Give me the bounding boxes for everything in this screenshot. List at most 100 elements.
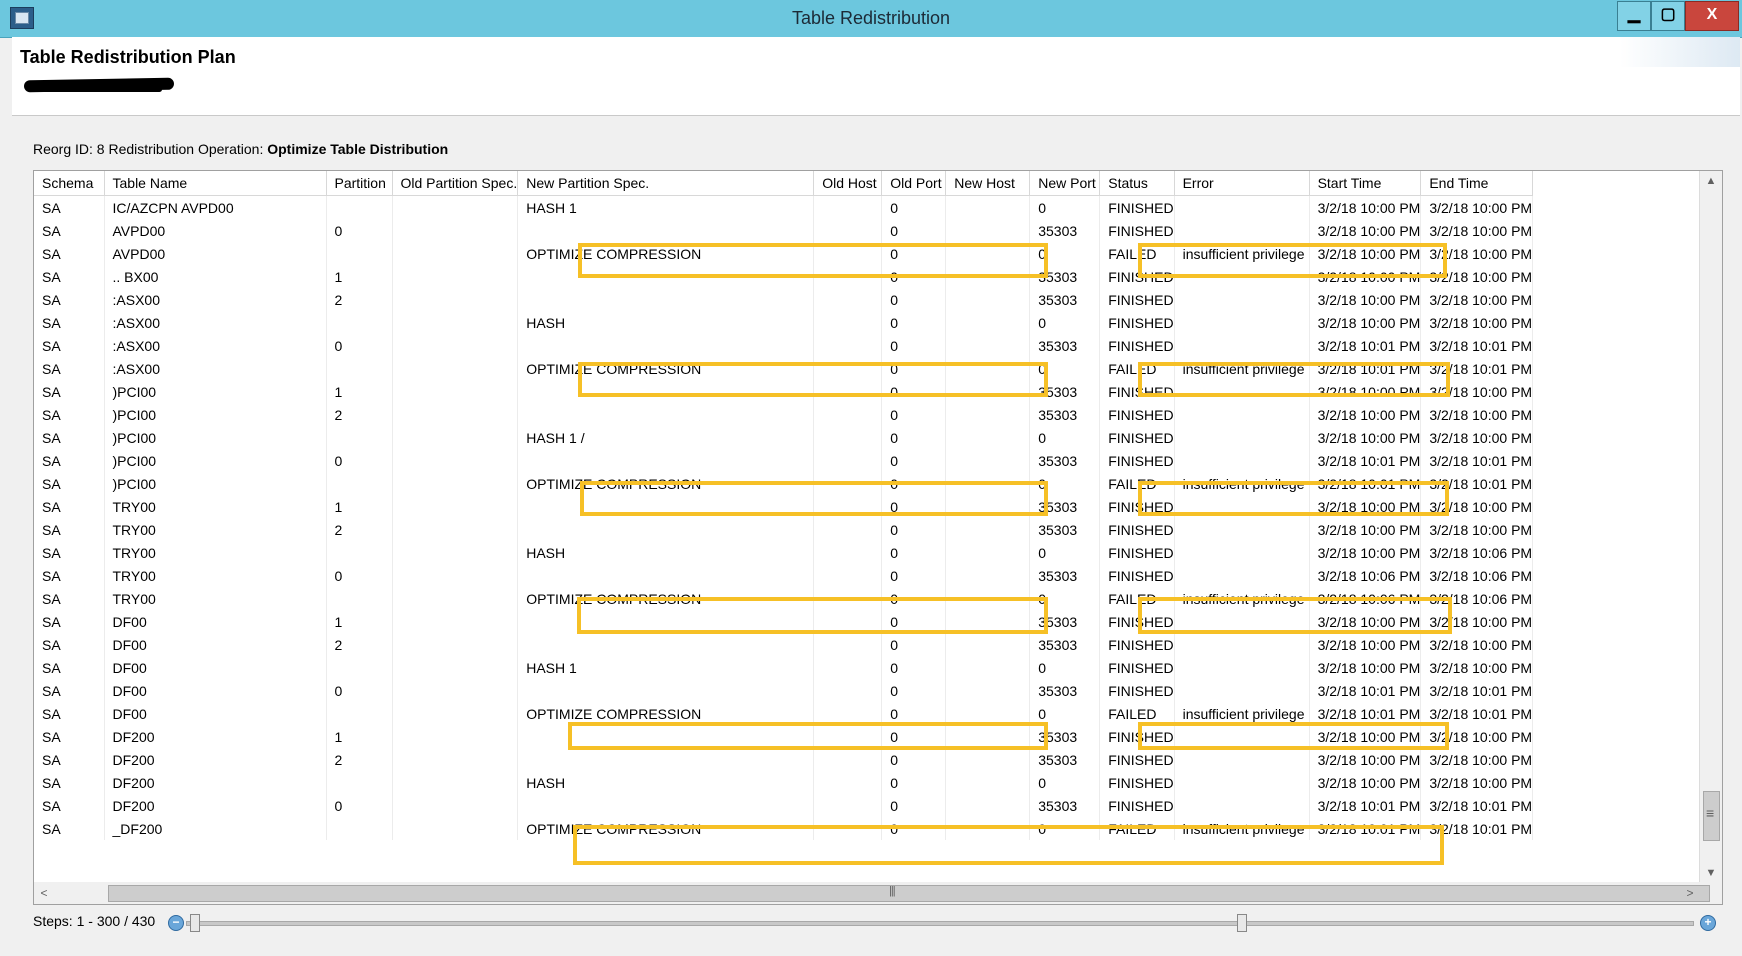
header-fade — [1620, 37, 1740, 67]
table-cell — [392, 311, 519, 334]
table-cell: 0 — [1029, 702, 1101, 725]
table-row[interactable]: SA IC/AZCPN AVPD00 HASH 1 0 0 FINISHED 3/2/18 … — [34, 195, 1534, 219]
table-row[interactable]: SA)PCI00 2 0 35303 FINISHED 3/2/18 10:00 PM 3/… — [34, 403, 1534, 426]
table-row[interactable]: SA)PCI00 0 0 35303 FINISHED 3/2/18 10:01 PM 3/… — [34, 449, 1534, 472]
table-cell: FAILED — [1099, 357, 1175, 380]
table-row[interactable]: SA DF200 2 0 35303 FINISHED 3/2/18 10:00 PM 3/2… — [34, 748, 1534, 771]
table-row[interactable]: SA DF00 OPTIMIZE COMPRESSION 0 0 FAILED insuff… — [34, 702, 1534, 725]
table-row[interactable]: SA:ASX00 2 0 35303 FINISHED 3/2/18 10:00 PM 3/… — [34, 288, 1534, 311]
table-row[interactable]: SA DF200 1 0 35303 FINISHED 3/2/18 10:00 PM 3/2… — [34, 725, 1534, 748]
table-cell: 3/2/18 10:00 PM — [1420, 495, 1534, 518]
table-cell: )PCI00 — [104, 403, 327, 426]
table-cell — [517, 288, 815, 311]
table-cell: 0 — [881, 794, 947, 817]
table-cell: SA — [34, 610, 105, 633]
table-row[interactable]: SA DF00 2 0 35303 FINISHED 3/2/18 10:00 PM 3/2/… — [34, 633, 1534, 656]
column-header[interactable]: Partition — [326, 171, 393, 196]
table-cell — [517, 380, 815, 403]
table-row[interactable]: SA)PCI00 1 0 35303 FINISHED 3/2/18 10:00 PM 3/… — [34, 380, 1534, 403]
table-row[interactable]: SA DF00 0 0 35303 FINISHED 3/2/18 10:01 PM 3/2/… — [34, 679, 1534, 702]
table-cell: 3/2/18 10:00 PM — [1420, 426, 1534, 449]
table-cell: 0 — [326, 564, 393, 587]
column-header[interactable]: Status — [1099, 171, 1175, 196]
table-cell: 0 — [881, 334, 947, 357]
table-cell — [392, 541, 519, 564]
column-header[interactable]: Error — [1174, 171, 1310, 196]
table-cell — [813, 288, 883, 311]
table-row[interactable]: SA _DF200 OPTIMIZE COMPRESSION 0 0 FAILED insu… — [34, 817, 1534, 840]
table-cell — [1174, 771, 1310, 794]
table-row[interactable]: SA AVPD00 OPTIMIZE COMPRESSION 0 0 FAILED insu… — [34, 242, 1534, 265]
table-cell: SA — [34, 357, 105, 380]
table-cell — [392, 725, 519, 748]
table-cell: insufficient privilege — [1174, 242, 1310, 265]
column-header[interactable]: Old Host — [813, 171, 883, 196]
table-row[interactable]: SA DF200 0 0 35303 FINISHED 3/2/18 10:01 PM 3/2… — [34, 794, 1534, 817]
column-header[interactable]: End Time — [1420, 171, 1534, 196]
table-row[interactable]: SA:ASX00 OPTIMIZE COMPRESSION 0 0 FAILED insu… — [34, 357, 1534, 380]
horizontal-scroll-thumb[interactable] — [108, 885, 1710, 902]
vertical-scroll-thumb[interactable] — [1703, 791, 1720, 841]
table-row[interactable]: SA:ASX00 HASH 0 0 FINISHED 3/2/18 10:00 PM 3/2… — [34, 311, 1534, 334]
zoom-out-icon[interactable]: − — [168, 915, 184, 931]
table-cell — [1174, 656, 1310, 679]
table-row[interactable]: SA TRY00 OPTIMIZE COMPRESSION 0 0 FAILED insuf… — [34, 587, 1534, 610]
column-header[interactable]: New Port — [1029, 171, 1101, 196]
table-cell: 3/2/18 10:01 PM — [1309, 817, 1422, 840]
chevron-left-icon[interactable]: < — [34, 882, 54, 904]
chevron-down-icon[interactable]: ▼ — [1700, 863, 1722, 883]
table-cell: 3/2/18 10:00 PM — [1420, 288, 1534, 311]
column-header[interactable]: New Partition Spec. — [517, 171, 815, 196]
table-cell — [392, 357, 519, 380]
table-cell: 3/2/18 10:01 PM — [1420, 794, 1534, 817]
column-header[interactable]: Table Name — [104, 171, 327, 196]
table-cell: OPTIMIZE COMPRESSION — [517, 702, 815, 725]
column-header[interactable]: Start Time — [1309, 171, 1422, 196]
table-cell — [945, 610, 1031, 633]
table-cell: 3/2/18 10:00 PM — [1309, 195, 1422, 219]
table-cell: SA — [34, 242, 105, 265]
minimize-button[interactable]: ▁ — [1617, 1, 1651, 31]
steps-slider-start-handle[interactable] — [190, 914, 200, 932]
horizontal-scrollbar[interactable]: < > — [33, 882, 1723, 905]
table-row[interactable]: SA TRY00 HASH 0 0 FINISHED 3/2/18 10:00 PM 3/2/… — [34, 541, 1534, 564]
maximize-button[interactable]: ▢ — [1651, 1, 1685, 31]
table-cell: SA — [34, 748, 105, 771]
table-cell: 0 — [1029, 357, 1101, 380]
table-row[interactable]: SA:ASX00 0 0 35303 FINISHED 3/2/18 10:01 PM 3/… — [34, 334, 1534, 357]
table-cell — [813, 357, 883, 380]
table-cell: FINISHED — [1099, 311, 1175, 334]
table-row[interactable]: SA DF200 HASH 0 0 FINISHED 3/2/18 10:00 PM 3/2/… — [34, 771, 1534, 794]
table-cell — [326, 541, 393, 564]
table-row[interactable]: SA TRY00 1 0 35303 FINISHED 3/2/18 10:00 PM 3/2… — [34, 495, 1534, 518]
zoom-in-icon[interactable]: + — [1700, 915, 1716, 931]
column-header[interactable]: New Host — [945, 171, 1031, 196]
chevron-up-icon[interactable]: ▲ — [1700, 171, 1722, 191]
table-row[interactable]: SA AVPD00 0 0 35303 FINISHED 3/2/18 10:00 PM 3/… — [34, 219, 1534, 242]
column-header[interactable]: Old Port — [881, 171, 947, 196]
table-cell — [1174, 518, 1310, 541]
table-cell — [1174, 748, 1310, 771]
table-row[interactable]: SA DF00 HASH 1 0 0 FINISHED 3/2/18 10:00 PM 3/2… — [34, 656, 1534, 679]
table-cell — [392, 656, 519, 679]
column-header[interactable]: Schema — [34, 171, 105, 196]
steps-slider-end-handle[interactable] — [1237, 914, 1247, 932]
chevron-right-icon[interactable]: > — [1680, 882, 1700, 904]
table-cell: 0 — [881, 472, 947, 495]
table-cell — [945, 265, 1031, 288]
table-row[interactable]: SA.. BX00 1 0 35303 FINISHED 3/2/18 10:00 PM 3… — [34, 265, 1534, 288]
table-row[interactable]: SA TRY00 2 0 35303 FINISHED 3/2/18 10:00 PM 3/2… — [34, 518, 1534, 541]
steps-slider-track[interactable] — [186, 921, 1694, 926]
table-cell — [392, 472, 519, 495]
table-cell: 3/2/18 10:00 PM — [1420, 265, 1534, 288]
redistribution-table[interactable]: Schema Table Name Partition Old Partition S… — [33, 170, 1723, 884]
table-row[interactable]: SA TRY00 0 0 35303 FINISHED 3/2/18 10:06 PM 3/2… — [34, 564, 1534, 587]
table-cell: SA — [34, 633, 105, 656]
column-header[interactable]: Old Partition Spec. — [392, 171, 519, 196]
table-row[interactable]: SA)PCI00 OPTIMIZE COMPRESSION 0 0 FAILED insu… — [34, 472, 1534, 495]
table-cell — [392, 426, 519, 449]
close-button[interactable]: X — [1685, 1, 1739, 31]
table-row[interactable]: SA DF00 1 0 35303 FINISHED 3/2/18 10:00 PM 3/2/… — [34, 610, 1534, 633]
vertical-scrollbar[interactable]: ▲ ▼ — [1699, 171, 1722, 883]
table-row[interactable]: SA)PCI00 HASH 1 /0 0 FINISHED 3/2/18 10:00 P… — [34, 426, 1534, 449]
